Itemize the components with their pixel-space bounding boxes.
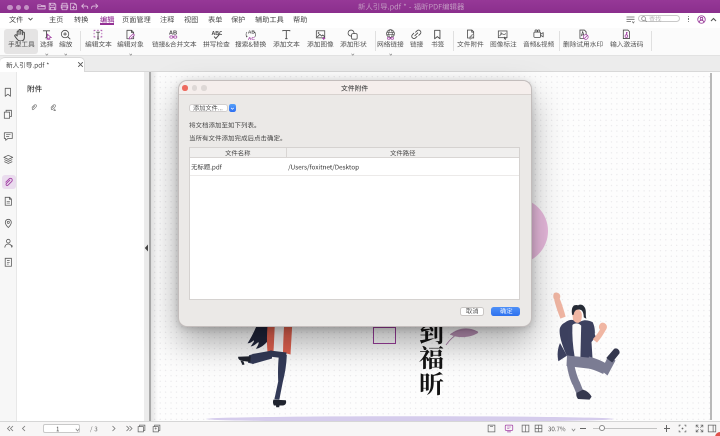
svg-text:ABC: ABC <box>211 31 222 37</box>
svg-text:AB: AB <box>169 30 177 36</box>
